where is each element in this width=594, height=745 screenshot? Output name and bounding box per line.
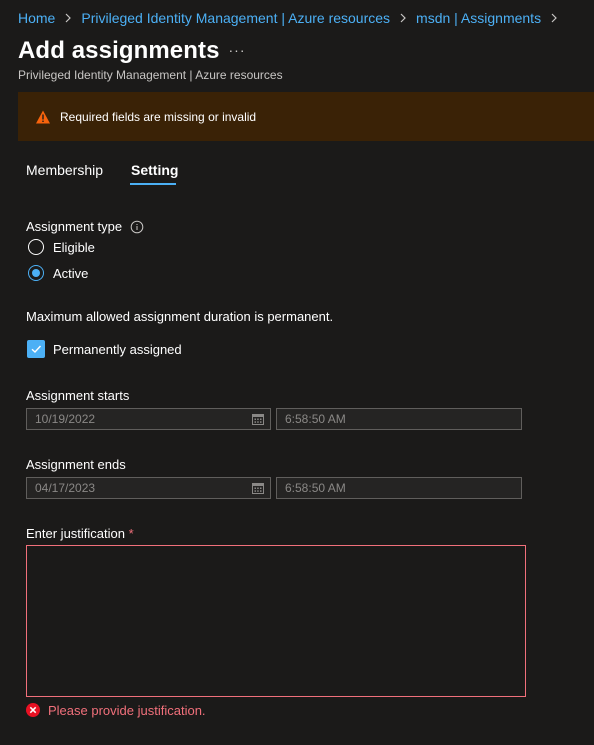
permanently-assigned-label: Permanently assigned: [53, 342, 182, 357]
required-marker: *: [128, 526, 134, 541]
checkmark-icon: [31, 345, 42, 353]
tab-setting[interactable]: Setting: [131, 162, 178, 178]
warning-icon: [35, 109, 51, 125]
end-time-input[interactable]: 6:58:50 AM: [276, 477, 522, 499]
chevron-right-icon: [550, 13, 558, 23]
justification-error: Please provide justification.: [48, 703, 206, 718]
info-icon[interactable]: [130, 220, 144, 234]
start-date-value: 10/19/2022: [35, 412, 96, 426]
assignment-type-label: Assignment type: [26, 219, 123, 234]
radio-active-label: Active: [53, 266, 89, 281]
duration-note: Maximum allowed assignment duration is p…: [26, 309, 334, 324]
breadcrumb-home[interactable]: Home: [18, 10, 55, 26]
radio-eligible[interactable]: [28, 239, 44, 255]
start-time-input[interactable]: 6:58:50 AM: [276, 408, 522, 430]
radio-eligible-label: Eligible: [53, 240, 95, 255]
radio-active[interactable]: [28, 265, 44, 281]
banner-message: Required fields are missing or invalid: [60, 109, 257, 124]
more-options-button[interactable]: ···: [226, 38, 248, 62]
breadcrumb: Home Privileged Identity Management | Az…: [18, 9, 567, 27]
end-date-input[interactable]: 04/17/2023: [26, 477, 271, 499]
chevron-right-icon: [64, 13, 72, 23]
end-time-value: 6:58:50 AM: [285, 481, 346, 495]
permanently-assigned-checkbox[interactable]: [27, 340, 45, 358]
radio-selected-dot: [32, 269, 40, 277]
tab-selected-indicator: [130, 183, 176, 185]
page-subtitle: Privileged Identity Management | Azure r…: [18, 68, 283, 82]
start-time-value: 6:58:50 AM: [285, 412, 346, 426]
justification-label: Enter justification *: [26, 526, 134, 541]
breadcrumb-msdn-assignments[interactable]: msdn | Assignments: [416, 10, 541, 26]
end-date-value: 04/17/2023: [35, 481, 96, 495]
calendar-icon[interactable]: [252, 482, 264, 494]
start-date-input[interactable]: 10/19/2022: [26, 408, 271, 430]
error-icon: [26, 703, 40, 717]
assignment-starts-label: Assignment starts: [26, 388, 130, 403]
assignment-ends-label: Assignment ends: [26, 457, 126, 472]
justification-textarea[interactable]: [26, 545, 526, 697]
justification-label-text: Enter justification: [26, 526, 125, 541]
calendar-icon[interactable]: [252, 413, 264, 425]
breadcrumb-pim-azure-resources[interactable]: Privileged Identity Management | Azure r…: [81, 10, 390, 26]
page-title: Add assignments: [18, 37, 220, 64]
validation-banner: Required fields are missing or invalid: [18, 92, 594, 141]
tab-membership[interactable]: Membership: [26, 162, 103, 178]
chevron-right-icon: [399, 13, 407, 23]
